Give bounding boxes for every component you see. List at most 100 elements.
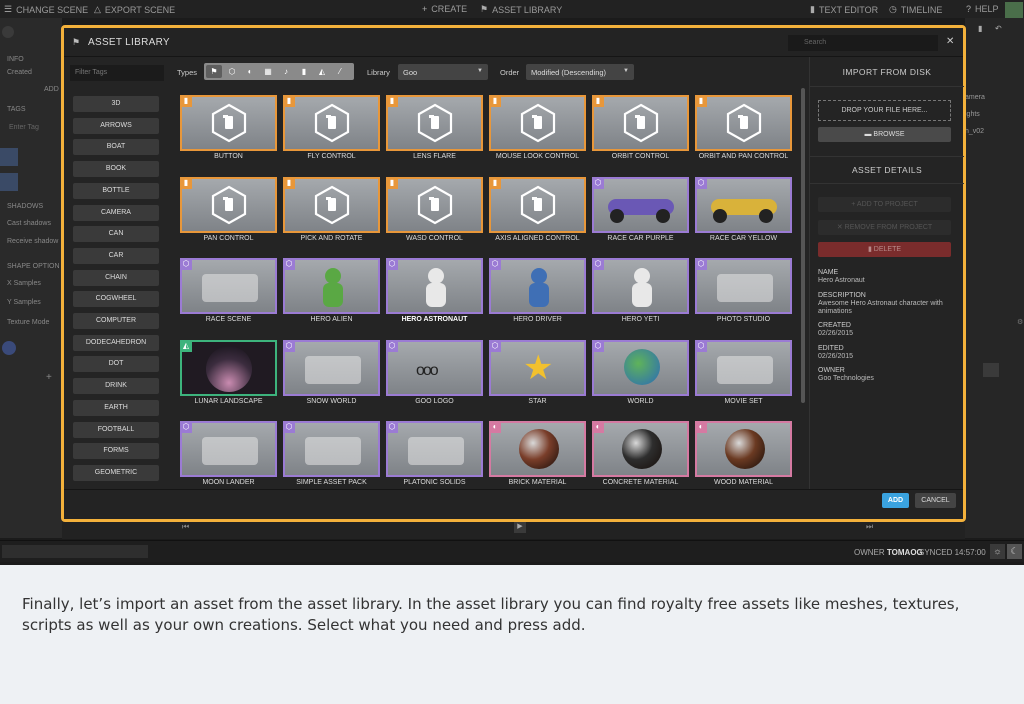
asset-card[interactable]: ▮ PAN CONTROL: [180, 176, 277, 255]
asset-thumbnail[interactable]: [695, 95, 792, 151]
user-avatar[interactable]: [1005, 2, 1023, 18]
asset-card[interactable]: ◐ WOOD MATERIAL: [695, 421, 792, 488]
asset-card[interactable]: ★ ⬡ STAR: [489, 339, 586, 418]
asset-card[interactable]: ⬡ SNOW WORLD: [283, 339, 380, 418]
add-button[interactable]: ADD: [882, 493, 909, 508]
asset-card[interactable]: ⬡ HERO YETI: [592, 258, 689, 336]
asset-thumbnail[interactable]: [283, 258, 380, 314]
library-select[interactable]: Goo ▼: [398, 64, 488, 80]
tag-button[interactable]: BOOK: [73, 161, 159, 178]
asset-thumbnail[interactable]: [489, 95, 586, 151]
asset-card[interactable]: ⬡ PHOTO STUDIO: [695, 258, 792, 336]
asset-card[interactable]: ⬡ HERO ALIEN: [283, 258, 380, 336]
rewind-icon[interactable]: ⏮: [182, 522, 189, 532]
asset-card[interactable]: ⬡ SIMPLE ASSET PACK: [283, 421, 380, 488]
mesh-icon[interactable]: ⬡: [226, 66, 238, 77]
asset-card[interactable]: ⬡ MOVIE SET: [695, 339, 792, 418]
sound-icon[interactable]: ♪: [280, 66, 292, 77]
tag-button[interactable]: GEOMETRIC: [73, 464, 159, 481]
console-input[interactable]: [2, 545, 148, 558]
tag-button[interactable]: CAR: [73, 247, 159, 264]
add-to-project-button[interactable]: + ADD TO PROJECT: [818, 197, 951, 212]
help-menu[interactable]: ? HELP: [966, 4, 999, 14]
asset-card[interactable]: ◐ BRICK MATERIAL: [489, 421, 586, 488]
asset-card[interactable]: ⬡ HERO DRIVER: [489, 258, 586, 336]
asset-thumbnail[interactable]: [180, 95, 277, 151]
component-icon[interactable]: [0, 173, 18, 191]
grid-scrollbar[interactable]: [801, 88, 805, 403]
asset-thumbnail[interactable]: [180, 421, 277, 477]
order-select[interactable]: Modified (Descending) ▼: [526, 64, 634, 80]
asset-thumbnail[interactable]: [592, 176, 689, 233]
asset-library-menu[interactable]: ⚑ ASSET LIBRARY: [480, 4, 562, 15]
asset-card[interactable]: ▮ ORBIT AND PAN CONTROL: [695, 95, 792, 173]
play-icon[interactable]: ▶: [514, 521, 526, 533]
material-icon[interactable]: [2, 341, 16, 355]
tag-button[interactable]: COGWHEEL: [73, 291, 159, 308]
moon-icon[interactable]: ☾: [1007, 544, 1022, 559]
asset-thumbnail[interactable]: [386, 421, 483, 477]
asset-thumbnail[interactable]: [489, 258, 586, 314]
asset-card[interactable]: ⬡ RACE SCENE: [180, 258, 277, 336]
tag-button[interactable]: CAN: [73, 226, 159, 243]
hierarchy-item-camera[interactable]: amera: [965, 94, 985, 101]
asset-thumbnail[interactable]: [386, 176, 483, 233]
file-drop-zone[interactable]: DROP YOUR FILE HERE...: [818, 100, 951, 121]
asset-thumbnail[interactable]: [283, 421, 380, 477]
tag-button[interactable]: CHAIN: [73, 269, 159, 286]
asset-card[interactable]: ▮ WASD CONTROL: [386, 176, 483, 255]
plus-icon[interactable]: +: [46, 372, 52, 383]
asset-card[interactable]: ⬡ RACE CAR PURPLE: [592, 176, 689, 255]
asset-thumbnail[interactable]: [180, 176, 277, 233]
asset-thumbnail[interactable]: [695, 258, 792, 314]
asset-thumbnail[interactable]: [180, 339, 277, 396]
tag-button[interactable]: EARTH: [73, 399, 159, 416]
asset-card[interactable]: ⬡ RACE CAR YELLOW: [695, 176, 792, 255]
undo-icon[interactable]: ↶: [995, 24, 1002, 33]
cancel-button[interactable]: CANCEL: [915, 493, 956, 508]
asset-thumbnail[interactable]: ooo: [386, 339, 483, 396]
tag-button[interactable]: FOOTBALL: [73, 421, 159, 438]
tag-button[interactable]: CAMERA: [73, 204, 159, 221]
asset-card[interactable]: ▮ ORBIT CONTROL: [592, 95, 689, 173]
tag-button[interactable]: ARROWS: [73, 117, 159, 134]
asset-thumbnail[interactable]: [592, 258, 689, 314]
delete-button[interactable]: ▮ DELETE: [818, 242, 951, 257]
asset-thumbnail[interactable]: [489, 421, 586, 477]
asset-card[interactable]: ◐ CONCRETE MATERIAL: [592, 421, 689, 488]
script-icon[interactable]: [983, 363, 999, 377]
change-scene-menu[interactable]: ☰ CHANGE SCENE: [4, 4, 88, 15]
script-icon[interactable]: ▮: [298, 66, 310, 77]
asset-thumbnail[interactable]: [695, 421, 792, 477]
tag-button[interactable]: 3D: [73, 96, 159, 112]
asset-thumbnail[interactable]: [386, 95, 483, 151]
asset-card[interactable]: ooo ⬡ GOO LOGO: [386, 339, 483, 418]
asset-thumbnail[interactable]: [283, 339, 380, 396]
asset-thumbnail[interactable]: [695, 339, 792, 396]
tag-button[interactable]: DOT: [73, 356, 159, 373]
add-button[interactable]: ADD: [44, 86, 59, 93]
asset-card[interactable]: ▮ PICK AND ROTATE: [283, 176, 380, 255]
asset-card[interactable]: ⬡ PLATONIC SOLIDS: [386, 421, 483, 488]
asset-thumbnail[interactable]: [283, 176, 380, 233]
remove-from-project-button[interactable]: ✕ REMOVE FROM PROJECT: [818, 220, 951, 235]
asset-thumbnail[interactable]: [283, 95, 380, 151]
sun-icon[interactable]: ☼: [990, 544, 1005, 559]
tag-button[interactable]: BOTTLE: [73, 182, 159, 199]
image-icon[interactable]: ◭: [316, 66, 328, 77]
timeline-menu[interactable]: ◷ TIMELINE: [889, 4, 942, 15]
tag-button[interactable]: BOAT: [73, 139, 159, 156]
asset-card[interactable]: ◭ LUNAR LANDSCAPE: [180, 339, 277, 418]
close-icon[interactable]: ✕: [946, 36, 954, 47]
material-icon[interactable]: ◐: [244, 66, 256, 77]
asset-thumbnail[interactable]: [180, 258, 277, 314]
asset-card[interactable]: ⬡ MOON LANDER: [180, 421, 277, 488]
asset-card[interactable]: ⬡ HERO ASTRONAUT: [386, 258, 483, 336]
hierarchy-item-hero[interactable]: h_v02: [965, 128, 984, 135]
all-types-icon[interactable]: ⚑: [208, 66, 220, 77]
tag-button[interactable]: DODECAHEDRON: [73, 334, 159, 351]
forward-icon[interactable]: ⏭: [866, 522, 873, 532]
enter-tag-input[interactable]: Enter Tag: [9, 124, 39, 131]
trash-icon[interactable]: ▮: [978, 24, 982, 33]
asset-thumbnail[interactable]: [489, 176, 586, 233]
